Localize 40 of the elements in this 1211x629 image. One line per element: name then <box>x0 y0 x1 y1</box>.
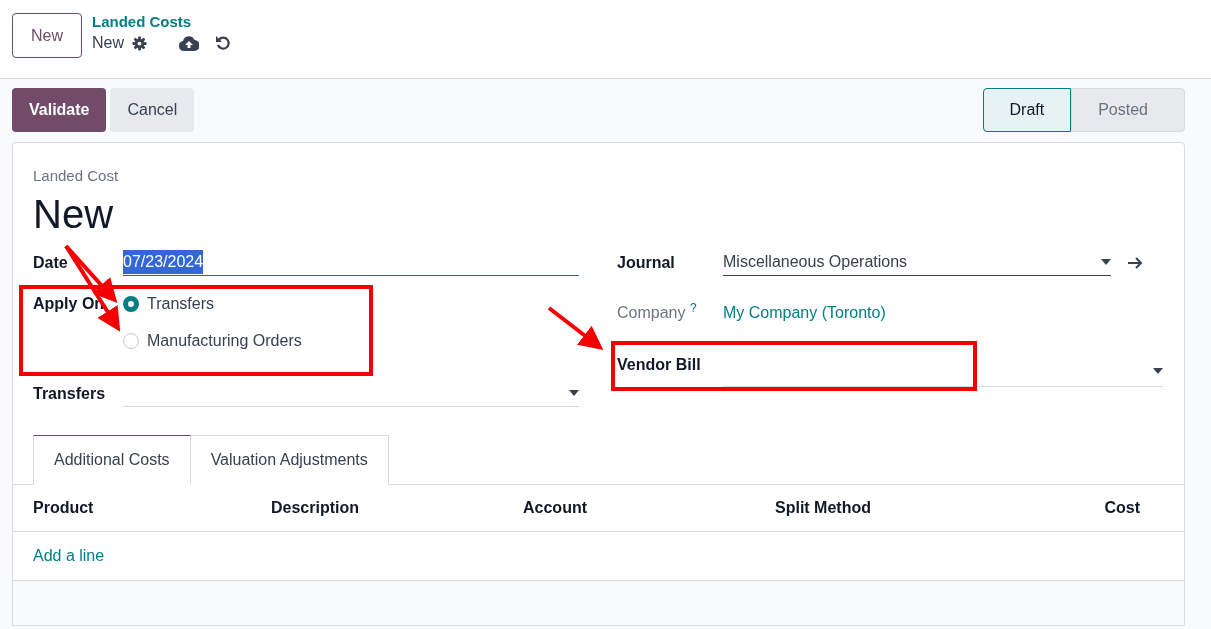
help-tooltip-icon[interactable]: ? <box>689 300 697 315</box>
column-header[interactable]: Split Method <box>775 498 871 516</box>
radio-button[interactable] <box>123 295 139 312</box>
settings-icon[interactable] <box>132 35 147 51</box>
field-label: Journal <box>617 252 676 273</box>
cloud-upload-icon[interactable] <box>179 35 199 51</box>
undo-icon[interactable] <box>215 35 231 51</box>
field-label: Vendor Bill <box>617 354 702 375</box>
column-header[interactable]: Description <box>271 498 359 516</box>
journal-value: Miscellaneous Operations <box>723 252 908 272</box>
record-type-label: Landed Cost <box>33 166 120 186</box>
validate-button[interactable]: Validate <box>12 88 107 132</box>
add-line-link[interactable]: Add a line <box>33 546 105 564</box>
radio-label[interactable]: Manufacturing Orders <box>147 328 302 353</box>
field-label: Transfers <box>33 383 107 404</box>
tab[interactable]: Additional Costs <box>33 434 191 485</box>
dropdown-caret-icon[interactable] <box>1153 368 1163 374</box>
dropdown-caret-icon[interactable] <box>1101 259 1111 265</box>
cancel-button[interactable]: Cancel <box>110 88 195 132</box>
record-title: New <box>33 191 115 236</box>
breadcrumb-link[interactable]: Landed Costs <box>92 13 231 31</box>
status-step[interactable]: Draft <box>982 88 1072 132</box>
date-field[interactable]: 07/23/2024 <box>123 249 579 276</box>
field-label: Company <box>617 303 686 321</box>
dropdown-caret-icon[interactable] <box>569 390 579 396</box>
field-label: Date <box>33 252 69 273</box>
journal-field[interactable]: Miscellaneous Operations <box>723 249 1111 276</box>
tab[interactable]: Valuation Adjustments <box>190 434 389 485</box>
radio-button[interactable] <box>123 332 139 349</box>
status-step[interactable]: Posted <box>1071 88 1185 132</box>
arrow-right-icon[interactable] <box>1127 256 1143 269</box>
radio-label[interactable]: Transfers <box>147 291 214 316</box>
arrow <box>547 306 604 350</box>
column-header[interactable]: Product <box>33 498 94 516</box>
breadcrumb-current: New <box>92 33 124 53</box>
date-value: 07/23/2024 <box>123 250 204 274</box>
column-header[interactable]: Account <box>523 498 587 516</box>
company-link[interactable]: My Company (Toronto) <box>723 300 886 325</box>
new-button[interactable]: New <box>12 13 82 58</box>
column-header[interactable]: Cost <box>1104 498 1140 516</box>
